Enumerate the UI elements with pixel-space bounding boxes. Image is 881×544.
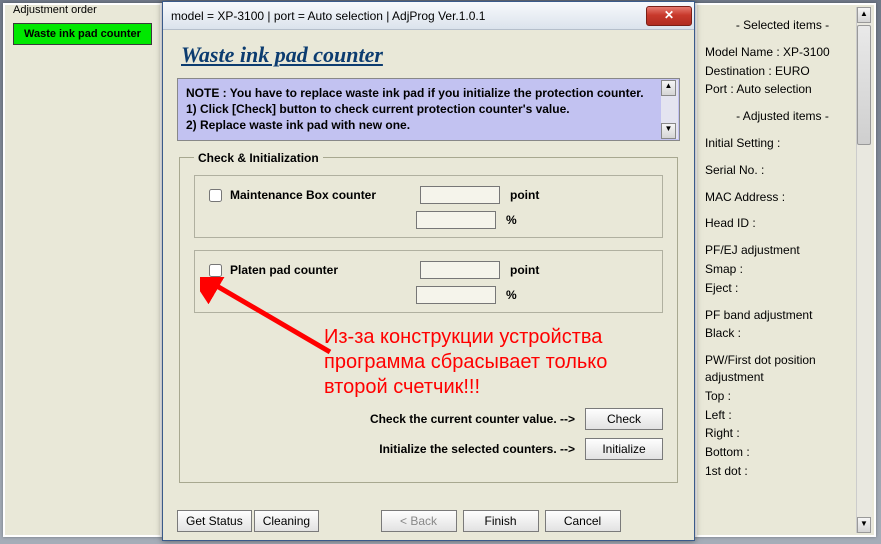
group-legend: Check & Initialization (194, 151, 323, 165)
pfej-adjustment: PF/EJ adjustment (705, 242, 860, 259)
platen-pad-checkbox[interactable] (209, 264, 222, 277)
left-val: Left : (705, 407, 860, 424)
cleaning-button[interactable]: Cleaning (254, 510, 319, 532)
adjusted-items-panel: - Selected items - Model Name : XP-3100 … (695, 3, 876, 537)
adjustment-order-panel: Adjustment order Waste ink pad counter (3, 3, 162, 537)
port: Port : Auto selection (705, 81, 860, 98)
percent-unit: % (506, 213, 517, 227)
scroll-down-icon[interactable]: ▼ (857, 517, 871, 533)
main-dialog: model = XP-3100 | port = Auto selection … (162, 1, 695, 541)
top: Top : (705, 388, 860, 405)
pfband-adjustment: PF band adjustment (705, 307, 860, 324)
adjusted-items-header: - Adjusted items - (705, 108, 860, 125)
maintenance-box-point-input[interactable] (420, 186, 500, 204)
maintenance-box-checkbox[interactable] (209, 189, 222, 202)
annotation-line3: второй счетчик!!! (324, 375, 663, 400)
right-val: Right : (705, 425, 860, 442)
check-initialization-group: Check & Initialization Maintenance Box c… (179, 151, 678, 483)
initial-setting: Initial Setting : (705, 135, 860, 152)
dialog-body: Waste ink pad counter NOTE : You have to… (163, 30, 694, 489)
right-scrollbar[interactable]: ▲ ▼ (856, 7, 872, 533)
note-line3: 2) Replace waste ink pad with new one. (186, 117, 657, 133)
bottom: Bottom : (705, 444, 860, 461)
note-scroll-down-icon[interactable]: ▼ (661, 123, 676, 139)
window-title: model = XP-3100 | port = Auto selection … (171, 9, 646, 23)
model-name: Model Name : XP-3100 (705, 44, 860, 61)
page-title: Waste ink pad counter (181, 42, 676, 68)
note-line1: NOTE : You have to replace waste ink pad… (186, 85, 657, 101)
initialize-text: Initialize the selected counters. --> (379, 442, 575, 456)
note-line2: 1) Click [Check] button to check current… (186, 101, 657, 117)
red-annotation: Из-за конструкции устройства программа с… (324, 325, 663, 400)
first-dot: 1st dot : (705, 463, 860, 480)
cancel-button[interactable]: Cancel (545, 510, 621, 532)
selected-items-header: - Selected items - (705, 17, 860, 34)
eject: Eject : (705, 280, 860, 297)
check-button[interactable]: Check (585, 408, 663, 430)
point-unit: point (510, 188, 539, 202)
mac-address: MAC Address : (705, 189, 860, 206)
get-status-button[interactable]: Get Status (177, 510, 252, 532)
back-button[interactable]: < Back (381, 510, 457, 532)
initialize-button[interactable]: Initialize (585, 438, 663, 460)
maintenance-box-group: Maintenance Box counter point % (194, 175, 663, 238)
bottom-buttons: Get Status Cleaning < Back Finish Cancel (177, 510, 680, 532)
finish-button[interactable]: Finish (463, 510, 539, 532)
platen-pad-label: Platen pad counter (230, 263, 420, 277)
platen-pad-point-input[interactable] (420, 261, 500, 279)
maintenance-box-percent-input[interactable] (416, 211, 496, 229)
maintenance-box-label: Maintenance Box counter (230, 188, 420, 202)
platen-pad-group: Platen pad counter point % (194, 250, 663, 313)
adjustment-order-title: Adjustment order (11, 4, 99, 16)
smap: Smap : (705, 261, 860, 278)
serial-no: Serial No. : (705, 162, 860, 179)
annotation-line1: Из-за конструкции устройства (324, 325, 663, 350)
point-unit-2: point (510, 263, 539, 277)
waste-ink-pad-button[interactable]: Waste ink pad counter (13, 23, 152, 45)
black: Black : (705, 325, 860, 342)
check-text: Check the current counter value. --> (370, 412, 575, 426)
platen-pad-percent-input[interactable] (416, 286, 496, 304)
scroll-up-icon[interactable]: ▲ (857, 7, 871, 23)
adjusted-items-content: - Selected items - Model Name : XP-3100 … (705, 17, 860, 480)
percent-unit-2: % (506, 288, 517, 302)
titlebar[interactable]: model = XP-3100 | port = Auto selection … (163, 2, 694, 30)
annotation-line2: программа сбрасывает только (324, 350, 663, 375)
head-id: Head ID : (705, 215, 860, 232)
note-box: NOTE : You have to replace waste ink pad… (177, 78, 680, 141)
action-rows: Check the current counter value. --> Che… (194, 408, 663, 460)
close-button[interactable]: ✕ (646, 6, 692, 26)
scroll-thumb[interactable] (857, 25, 871, 145)
pwfirst-adjustment: PW/First dot position adjustment (705, 352, 860, 386)
destination: Destination : EURO (705, 63, 860, 80)
note-scrollbar[interactable]: ▲ ▼ (661, 80, 678, 139)
note-scroll-up-icon[interactable]: ▲ (661, 80, 676, 96)
